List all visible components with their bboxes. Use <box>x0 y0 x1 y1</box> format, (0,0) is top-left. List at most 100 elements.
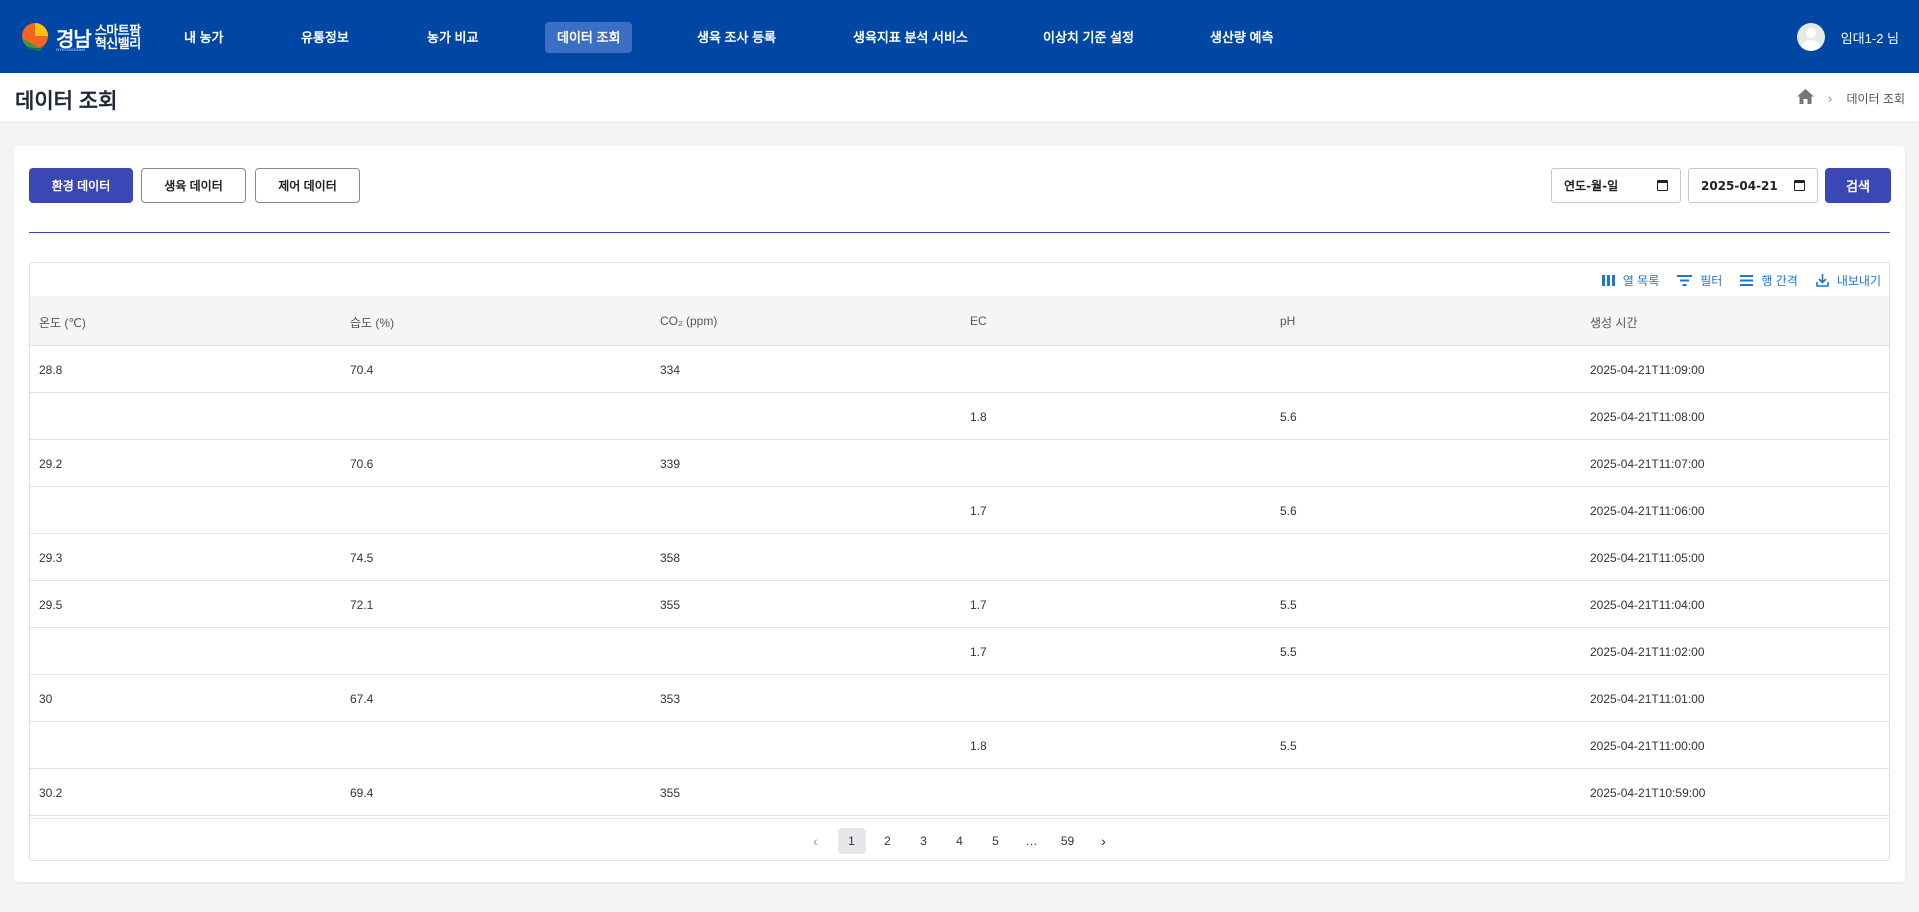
column-header-ec[interactable]: EC <box>970 314 987 328</box>
start-date-placeholder: 연도-월-일 <box>1564 179 1619 193</box>
page-button[interactable]: 3 <box>910 828 938 854</box>
nav-item-farm-compare[interactable]: 농가 비교 <box>415 22 490 53</box>
density-button[interactable]: 행 간격 <box>1740 272 1798 289</box>
column-header-temperature[interactable]: 온도 (℃) <box>39 314 86 331</box>
page-button[interactable]: 4 <box>946 828 974 854</box>
cell-humidity: 69.4 <box>350 786 374 800</box>
page-button[interactable]: 1 <box>837 827 866 854</box>
user-menu[interactable]: 임대1-2 님 <box>1796 23 1899 51</box>
data-card: 환경 데이터 생육 데이터 제어 데이터 연도-월-일 2025-04-21 검… <box>14 146 1905 882</box>
export-icon <box>1816 273 1829 287</box>
calendar-icon[interactable] <box>1794 180 1805 191</box>
logo-sub-text-2: 혁신밸리 <box>94 36 141 51</box>
breadcrumb-current: 데이터 조회 <box>1846 91 1905 106</box>
column-header-created-time[interactable]: 생성 시간 <box>1590 314 1638 331</box>
page-header: 데이터 조회 › 데이터 조회 <box>0 73 1919 123</box>
table-row[interactable]: 29.2 70.6 339 2025-04-21T11:07:00 <box>30 440 1889 487</box>
column-header-humidity[interactable]: 습도 (%) <box>350 314 394 331</box>
column-header-ph[interactable]: pH <box>1280 314 1295 328</box>
prev-page-button[interactable]: ‹ <box>802 828 830 854</box>
nav-item-yield-forecast[interactable]: 생산량 예측 <box>1198 22 1285 53</box>
cell-temperature: 30.2 <box>39 786 63 800</box>
tab-control-data[interactable]: 제어 데이터 <box>255 168 360 203</box>
table-row[interactable]: 1.7 5.6 2025-04-21T11:06:00 <box>30 487 1889 534</box>
cell-created-time: 2025-04-21T11:06:00 <box>1590 504 1705 518</box>
end-date-input[interactable]: 2025-04-21 <box>1688 168 1818 203</box>
page-ellipsis: … <box>1025 833 1038 848</box>
divider <box>29 232 1890 233</box>
cell-temperature: 29.2 <box>39 457 63 471</box>
density-icon <box>1740 274 1754 286</box>
nav-item-growth-analysis[interactable]: 생육지표 분석 서비스 <box>841 22 980 53</box>
table-row[interactable]: 1.7 5.5 2025-04-21T11:02:00 <box>30 628 1889 675</box>
grid-header: 온도 (℃) 습도 (%) CO₂ (ppm) EC pH 생성 시간 <box>30 296 1889 346</box>
chevron-right-icon: › <box>1827 90 1833 106</box>
cell-ec: 1.7 <box>970 504 987 518</box>
table-row[interactable]: 1.8 5.5 2025-04-21T11:00:00 <box>30 722 1889 769</box>
cell-ec: 1.7 <box>970 598 987 612</box>
cell-ph: 5.5 <box>1280 645 1297 659</box>
cell-temperature: 30 <box>39 692 53 706</box>
cell-created-time: 2025-04-21T11:00:00 <box>1590 739 1705 753</box>
table-row[interactable]: 29.5 72.1 355 1.7 5.5 2025-04-21T11:04:00 <box>30 581 1889 628</box>
end-date-value: 2025-04-21 <box>1701 178 1778 193</box>
top-nav: 경남 스마트팜 혁신밸리 GYEONGNAM 내 농가 유통정보 농가 비교 데… <box>0 0 1919 73</box>
cell-co2: 353 <box>660 692 681 706</box>
cell-created-time: 2025-04-21T11:08:00 <box>1590 410 1705 424</box>
cell-ph: 5.5 <box>1280 739 1297 753</box>
data-grid: 열 목록 필터 행 간격 내보내기 온도 (℃) 습도 (%) CO₂ (ppm… <box>29 262 1890 861</box>
nav-item-outlier-settings[interactable]: 이상치 기준 설정 <box>1031 22 1146 53</box>
cell-created-time: 2025-04-21T11:04:00 <box>1590 598 1705 612</box>
table-row[interactable]: 1.8 5.6 2025-04-21T11:08:00 <box>30 393 1889 440</box>
table-row[interactable]: 29.3 74.5 358 2025-04-21T11:05:00 <box>30 534 1889 581</box>
page-button[interactable]: 2 <box>874 828 902 854</box>
cell-co2: 358 <box>660 551 681 565</box>
page-button[interactable]: 59 <box>1054 828 1082 854</box>
grid-toolbar: 열 목록 필터 행 간격 내보내기 <box>1584 271 1881 289</box>
table-row[interactable]: 30 67.4 353 2025-04-21T11:01:00 <box>30 675 1889 722</box>
cell-created-time: 2025-04-21T11:05:00 <box>1590 551 1705 565</box>
cell-ph: 5.5 <box>1280 598 1297 612</box>
nav-item-data-query[interactable]: 데이터 조회 <box>545 22 633 53</box>
cell-humidity: 70.6 <box>350 457 374 471</box>
cell-humidity: 72.1 <box>350 598 374 612</box>
columns-button[interactable]: 열 목록 <box>1601 272 1659 289</box>
nav-item-distribution[interactable]: 유통정보 <box>289 22 361 53</box>
cell-created-time: 2025-04-21T11:01:00 <box>1590 692 1705 706</box>
filter-icon <box>1677 274 1693 286</box>
user-name[interactable]: 임대1-2 님 <box>1841 28 1899 47</box>
cell-ec: 1.8 <box>970 739 987 753</box>
next-page-button[interactable]: › <box>1090 828 1118 854</box>
cell-ph: 5.6 <box>1280 504 1297 518</box>
home-icon[interactable] <box>1796 89 1814 107</box>
table-row[interactable]: 30.2 69.4 355 2025-04-21T10:59:00 <box>30 769 1889 816</box>
cell-temperature: 28.8 <box>39 363 63 377</box>
cell-humidity: 67.4 <box>350 692 374 706</box>
cell-created-time: 2025-04-21T11:07:00 <box>1590 457 1705 471</box>
cell-co2: 334 <box>660 363 681 377</box>
nav-item-growth-survey[interactable]: 생육 조사 등록 <box>685 22 788 53</box>
tab-environment-data[interactable]: 환경 데이터 <box>29 168 133 203</box>
avatar[interactable] <box>1796 23 1825 51</box>
start-date-input[interactable]: 연도-월-일 <box>1551 168 1681 203</box>
cell-co2: 355 <box>660 598 681 612</box>
cell-ec: 1.7 <box>970 645 987 659</box>
page-button[interactable]: 5 <box>982 828 1010 854</box>
nav-item-my-farm[interactable]: 내 농가 <box>172 22 236 53</box>
column-header-co2[interactable]: CO₂ (ppm) <box>660 314 717 328</box>
filter-button[interactable]: 필터 <box>1677 272 1722 289</box>
calendar-icon[interactable] <box>1657 180 1668 191</box>
cell-ec: 1.8 <box>970 410 987 424</box>
logo-tiny-text: GYEONGNAM <box>56 47 86 52</box>
pagination: ‹ 1 2 3 4 5 … 59 › <box>30 818 1889 860</box>
cell-created-time: 2025-04-21T10:59:00 <box>1590 786 1706 800</box>
cell-temperature: 29.5 <box>39 598 63 612</box>
table-row[interactable]: 28.8 70.4 334 2025-04-21T11:09:00 <box>30 346 1889 393</box>
cell-humidity: 74.5 <box>350 551 374 565</box>
export-button[interactable]: 내보내기 <box>1816 272 1881 289</box>
cell-co2: 339 <box>660 457 681 471</box>
tab-growth-data[interactable]: 생육 데이터 <box>141 168 246 203</box>
cell-ph: 5.6 <box>1280 410 1297 424</box>
logo[interactable]: 경남 스마트팜 혁신밸리 GYEONGNAM <box>20 19 141 55</box>
search-button[interactable]: 검색 <box>1825 168 1891 203</box>
